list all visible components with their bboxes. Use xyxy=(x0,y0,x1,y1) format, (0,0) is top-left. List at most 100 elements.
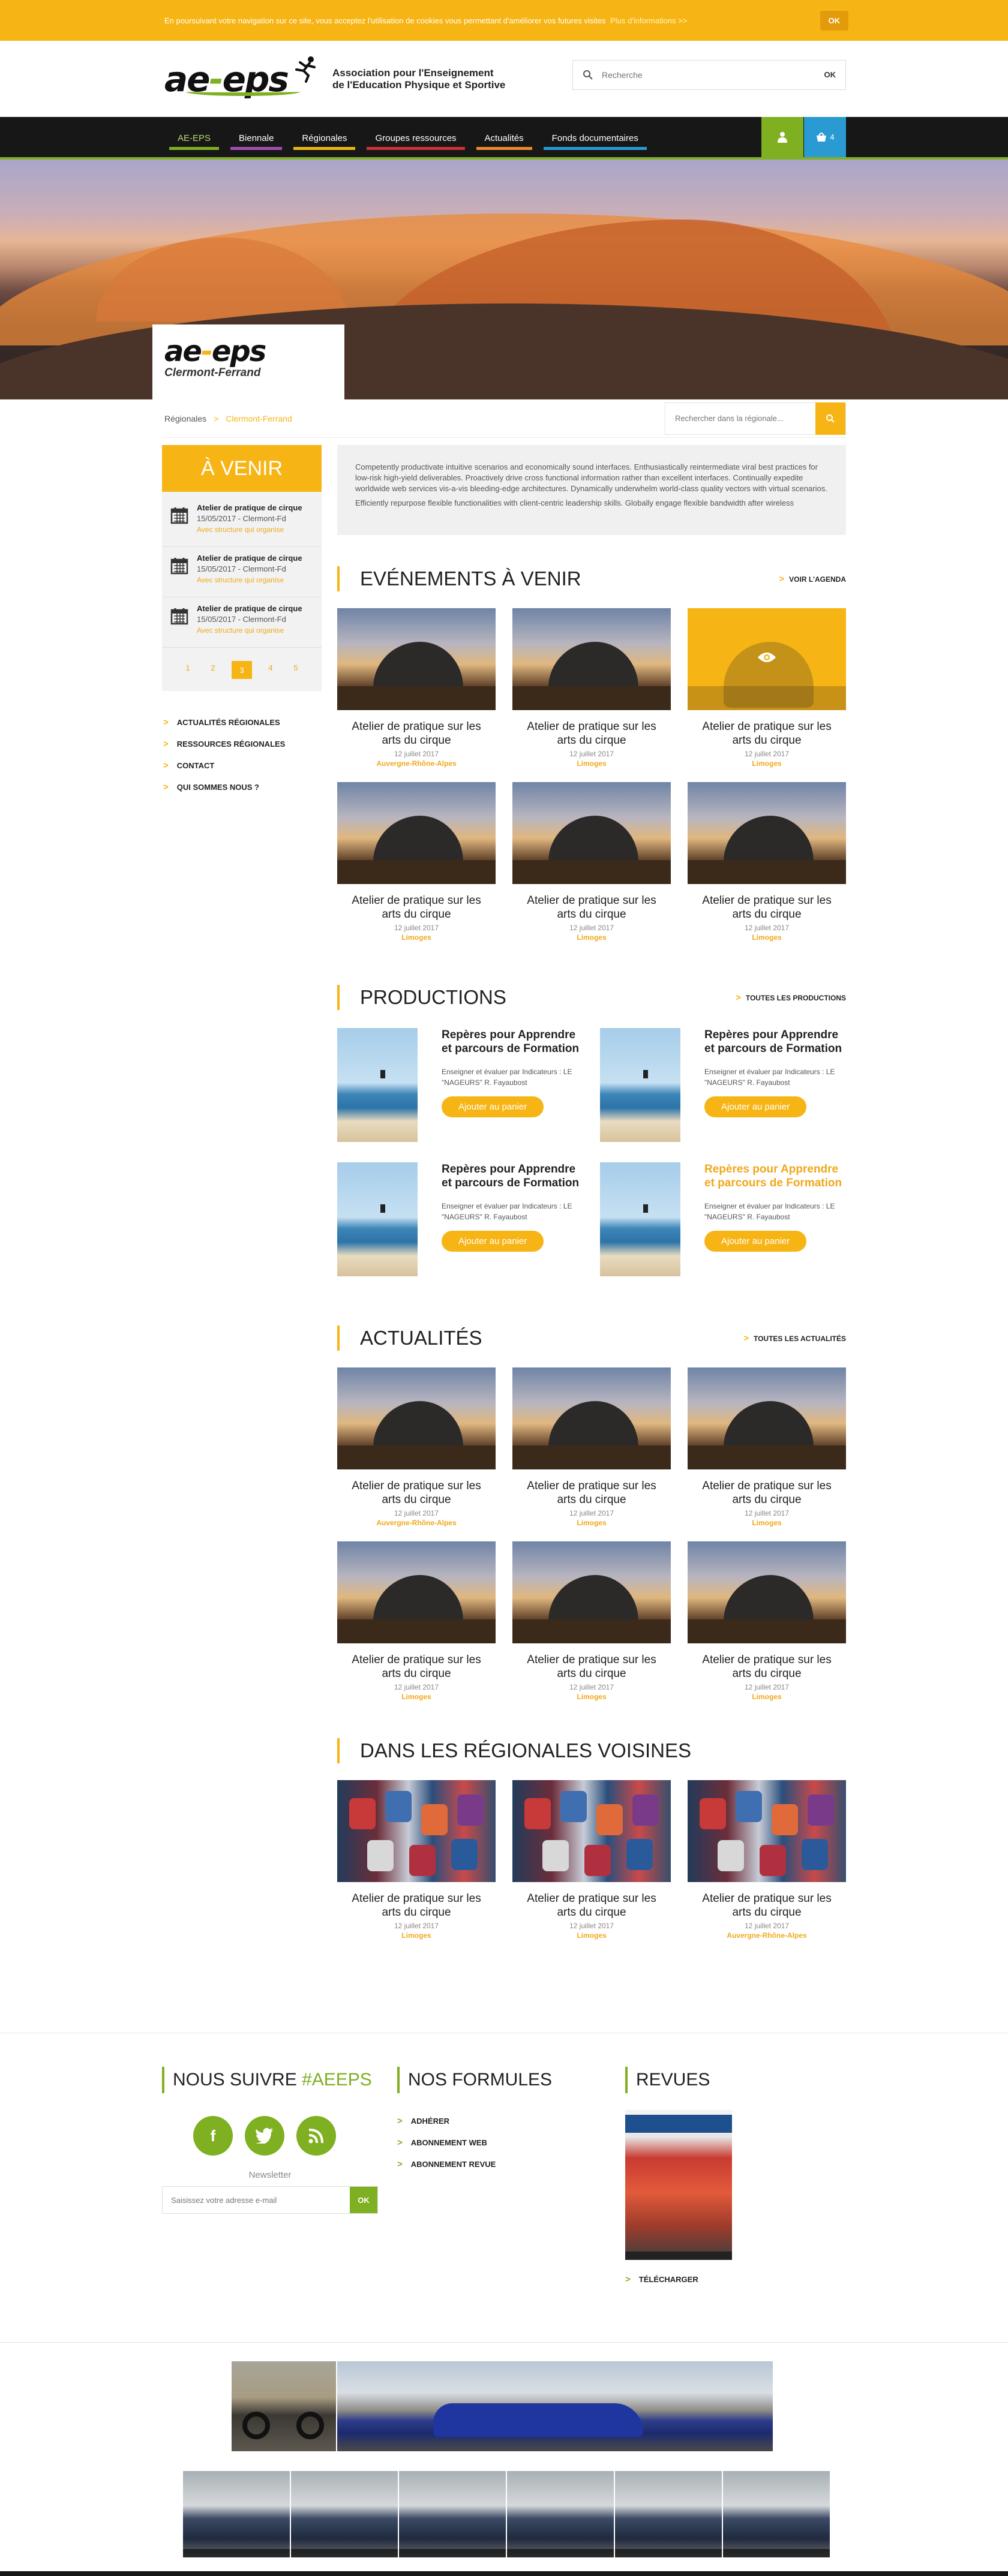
event-card[interactable]: Atelier de pratique sur les arts du cirq… xyxy=(337,608,496,768)
news-image xyxy=(688,1367,846,1469)
event-title: Atelier de pratique de cirque xyxy=(197,604,302,613)
rss-icon[interactable] xyxy=(296,2116,336,2156)
event-card[interactable]: Atelier de pratique sur les arts du cirq… xyxy=(337,782,496,942)
neighbor-image xyxy=(688,1780,846,1882)
add-to-cart-button[interactable]: Ajouter au panier xyxy=(704,1231,807,1252)
gallery-thumbnail[interactable] xyxy=(507,2471,614,2557)
all-productions-label: Toutes les productions xyxy=(745,993,846,1002)
event-card-hovered[interactable]: Atelier de pratique sur les arts du cirq… xyxy=(688,608,846,768)
site-search-ok-button[interactable]: OK xyxy=(824,70,836,79)
neighbors-section-header: Dans les régionales voisines xyxy=(337,1738,846,1763)
page-link[interactable]: 2 xyxy=(206,661,220,674)
production-cover[interactable] xyxy=(600,1028,680,1142)
cookie-more-link[interactable]: Plus d'informations >> xyxy=(610,16,687,25)
gallery-thumbnail[interactable] xyxy=(183,2471,290,2557)
all-news-link[interactable]: > Toutes les actualités xyxy=(743,1333,846,1343)
event-card[interactable]: Atelier de pratique sur les arts du cirq… xyxy=(688,782,846,942)
card-date: 12 juillet 2017 xyxy=(394,1922,439,1930)
page-link[interactable]: 1 xyxy=(181,661,194,674)
card-title: Atelier de pratique sur les arts du cirq… xyxy=(702,894,832,921)
upcoming-event[interactable]: Atelier de pratique de cirque 15/05/2017 … xyxy=(162,597,322,648)
sidebar-link-qui-sommes-nous[interactable]: > Qui sommes nous ? xyxy=(163,776,322,798)
sidebar-link-ressources[interactable]: > Ressources régionales xyxy=(163,733,322,755)
card-title: Atelier de pratique sur les arts du cirq… xyxy=(527,1480,656,1506)
gallery-photo[interactable] xyxy=(232,2361,336,2451)
event-date: 15/05/2017 - Clermont-Fd xyxy=(197,564,286,573)
event-card[interactable]: Atelier de pratique sur les arts du cirq… xyxy=(512,608,671,768)
production-cover[interactable] xyxy=(337,1028,418,1142)
formula-link-abonnement-web[interactable]: > Abonnement web xyxy=(397,2132,625,2153)
breadcrumb-link-regionales[interactable]: Régionales xyxy=(164,414,206,423)
nav-item-ae-eps[interactable]: AE-EPS xyxy=(169,117,220,160)
news-card[interactable]: Atelier de pratique sur les arts du cirq… xyxy=(688,1367,846,1527)
news-card[interactable]: Atelier de pratique sur les arts du cirq… xyxy=(337,1541,496,1701)
card-location: Auvergne-Rhône-Alpes xyxy=(376,759,457,768)
agenda-link[interactable]: > Voir l'agenda xyxy=(779,574,846,584)
logo-swoosh xyxy=(186,88,300,96)
revue-cover[interactable] xyxy=(625,2110,732,2260)
sidebar-link-contact[interactable]: > Contact xyxy=(163,755,322,776)
facebook-icon[interactable]: f xyxy=(193,2116,233,2156)
nav-item-fonds-documentaires[interactable]: Fonds documentaires xyxy=(543,117,647,160)
gallery-thumbnail[interactable] xyxy=(291,2471,398,2557)
production-title[interactable]: Repères pour Apprendre et parcours de Fo… xyxy=(442,1162,583,1190)
upcoming-event[interactable]: Atelier de pratique de cirque 15/05/2017 … xyxy=(162,497,322,547)
formula-link-adherer[interactable]: > Adhérer xyxy=(397,2110,625,2132)
account-button[interactable] xyxy=(761,117,803,157)
all-productions-link[interactable]: > Toutes les productions xyxy=(736,993,846,1003)
cart-button[interactable]: 4 xyxy=(804,117,846,157)
production-title[interactable]: Repères pour Apprendre et parcours de Fo… xyxy=(704,1162,846,1190)
gallery-thumbnail[interactable] xyxy=(399,2471,506,2557)
event-image xyxy=(512,608,671,710)
nav-item-actualites[interactable]: Actualités xyxy=(476,117,532,160)
intro-paragraph: Competently productivate intuitive scena… xyxy=(355,462,827,493)
cookie-banner: En poursuivant votre navigation sur ce s… xyxy=(0,0,1008,41)
download-link[interactable]: > Télécharger xyxy=(625,2268,732,2290)
site-logo[interactable]: ae-eps Association pour l'Enseignement d… xyxy=(162,50,505,108)
news-image xyxy=(512,1367,671,1469)
gallery-thumbnail[interactable] xyxy=(723,2471,830,2557)
sidebar-link-actualites[interactable]: > Actualités régionales xyxy=(163,711,322,733)
page-link-current[interactable]: 3 xyxy=(232,661,252,679)
add-to-cart-button[interactable]: Ajouter au panier xyxy=(704,1096,807,1117)
cookie-message: En poursuivant votre navigation sur ce s… xyxy=(164,16,606,25)
nav-item-groupes-ressources[interactable]: Groupes ressources xyxy=(367,117,465,160)
event-card[interactable]: Atelier de pratique sur les arts du cirq… xyxy=(512,782,671,942)
neighbor-card[interactable]: Atelier de pratique sur les arts du cirq… xyxy=(688,1780,846,1940)
production-cover[interactable] xyxy=(337,1162,418,1276)
gallery-photo[interactable] xyxy=(337,2361,773,2451)
news-card[interactable]: Atelier de pratique sur les arts du cirq… xyxy=(512,1541,671,1701)
upcoming-event[interactable]: Atelier de pratique de cirque 15/05/2017 … xyxy=(162,547,322,597)
neighbor-card[interactable]: Atelier de pratique sur les arts du cirq… xyxy=(337,1780,496,1940)
page-link[interactable]: 4 xyxy=(264,661,277,674)
twitter-icon[interactable] xyxy=(245,2116,284,2156)
newsletter-email-input[interactable] xyxy=(163,2187,350,2213)
regional-search-input[interactable] xyxy=(665,414,815,423)
production-desc: Enseigner et évaluer par Indicateurs : L… xyxy=(442,1068,572,1087)
neighbor-card[interactable]: Atelier de pratique sur les arts du cirq… xyxy=(512,1780,671,1940)
cookie-ok-button[interactable]: OK xyxy=(820,10,848,31)
site-search-input[interactable] xyxy=(593,70,824,80)
add-to-cart-button[interactable]: Ajouter au panier xyxy=(442,1096,544,1117)
newsletter-ok-button[interactable]: OK xyxy=(350,2187,377,2213)
nav-item-biennale[interactable]: Biennale xyxy=(230,117,283,160)
production-title[interactable]: Repères pour Apprendre et parcours de Fo… xyxy=(442,1028,583,1056)
card-location: Limoges xyxy=(752,759,782,768)
pagination: 1 2 3 4 5 xyxy=(162,648,322,685)
nav-item-regionales[interactable]: Régionales xyxy=(293,117,356,160)
sidebar: À VENIR Atelier de pratique de cirque 15/… xyxy=(162,445,322,1940)
regional-search-button[interactable] xyxy=(815,402,845,435)
site-header: ae-eps Association pour l'Enseignement d… xyxy=(0,41,1008,117)
news-card[interactable]: Atelier de pratique sur les arts du cirq… xyxy=(512,1367,671,1527)
news-card[interactable]: Atelier de pratique sur les arts du cirq… xyxy=(688,1541,846,1701)
cart-count: 4 xyxy=(830,133,835,142)
news-card[interactable]: Atelier de pratique sur les arts du cirq… xyxy=(337,1367,496,1527)
formula-link-abonnement-revue[interactable]: > Abonnement revue xyxy=(397,2153,625,2175)
production-cover[interactable] xyxy=(600,1162,680,1276)
page-link[interactable]: 5 xyxy=(289,661,302,674)
card-title: Atelier de pratique sur les arts du cirq… xyxy=(702,1892,832,1919)
add-to-cart-button[interactable]: Ajouter au panier xyxy=(442,1231,544,1252)
gallery-thumbnail[interactable] xyxy=(615,2471,722,2557)
production-title[interactable]: Repères pour Apprendre et parcours de Fo… xyxy=(704,1028,846,1056)
news-grid: Atelier de pratique sur les arts du cirq… xyxy=(337,1367,846,1701)
